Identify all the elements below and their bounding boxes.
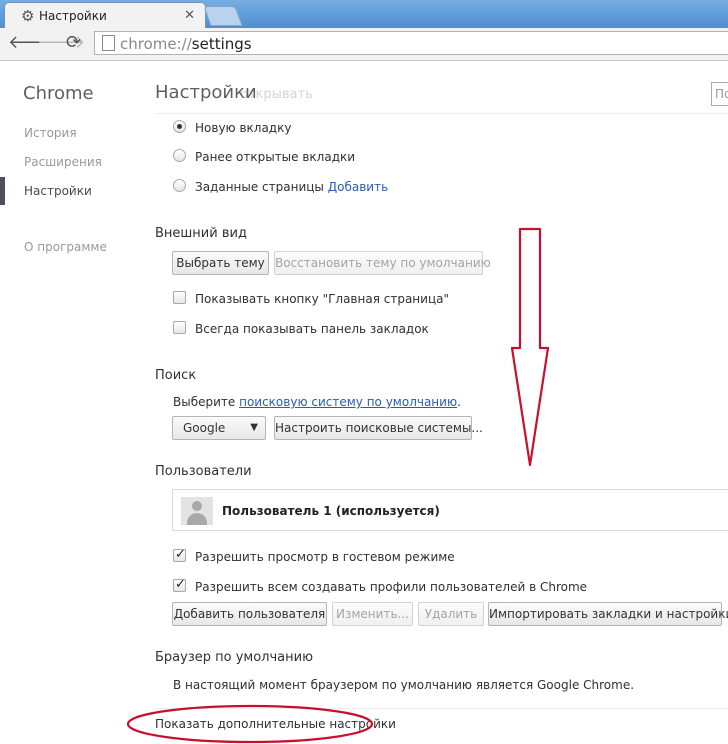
checkbox[interactable] xyxy=(173,547,186,562)
add-user-button[interactable]: Добавить пользователя xyxy=(172,602,327,626)
checkbox-label: Показывать кнопку "Главная страница" xyxy=(195,292,449,306)
profile-list: Пользователь 1 (используется) xyxy=(172,489,728,531)
manage-search-engines-button[interactable]: Настроить поисковые системы... xyxy=(274,416,483,440)
search-placeholder: По xyxy=(715,87,728,101)
users-section-title: Пользователи xyxy=(155,464,252,479)
radio-label-text: Заданные страницы xyxy=(195,180,324,194)
avatar-body xyxy=(187,513,207,525)
new-tab-button[interactable] xyxy=(203,6,243,26)
show-advanced-settings-link[interactable]: Показать дополнительные настройки xyxy=(155,717,396,731)
address-bar[interactable]: chrome://settings xyxy=(94,31,728,55)
reload-icon[interactable]: ⟳ xyxy=(66,32,81,53)
settings-search-input[interactable]: По xyxy=(711,82,728,106)
sidebar-item-about[interactable]: О программе xyxy=(24,240,107,254)
checkbox[interactable] xyxy=(173,577,186,592)
sidebar-brand: Chrome xyxy=(23,83,94,104)
default-browser-section-title: Браузер по умолчанию xyxy=(155,650,314,665)
profile-name[interactable]: Пользователь 1 (используется) xyxy=(222,504,440,518)
url-path: settings xyxy=(191,35,252,53)
edit-user-button[interactable]: Изменить... xyxy=(332,602,413,626)
search-engine-select[interactable]: Google ▼ xyxy=(172,416,266,440)
avatar-head xyxy=(192,501,202,511)
checkbox[interactable] xyxy=(173,291,186,304)
radio-button[interactable] xyxy=(173,149,186,162)
search-description: Выберите поисковую систему по умолчанию. xyxy=(173,395,461,409)
page-title: Настройки xyxy=(155,82,257,103)
radio-button[interactable] xyxy=(173,179,186,192)
checkbox-label: Разрешить просмотр в гостевом режиме xyxy=(195,550,455,564)
tab-title: Настройки xyxy=(39,9,107,23)
default-search-link[interactable]: поисковую систему по умолчанию xyxy=(239,395,457,409)
radio-label: Ранее открытые вкладки xyxy=(195,150,356,164)
sidebar-item-history[interactable]: История xyxy=(24,126,77,140)
close-icon[interactable]: ✕ xyxy=(184,8,195,23)
import-bookmarks-button[interactable]: Импортировать закладки и настройки xyxy=(488,602,728,626)
tab-settings[interactable]: ⚙ Настройки ✕ xyxy=(4,2,206,29)
sidebar-active-marker xyxy=(0,177,5,205)
search-text-before: Выберите xyxy=(173,395,240,409)
checkbox[interactable] xyxy=(173,321,186,334)
checkbox-label: Разрешить всем создавать профили пользов… xyxy=(195,580,588,594)
sidebar: Chrome История Расширения Настройки О пр… xyxy=(0,61,140,744)
choose-theme-button[interactable]: Выбрать тему xyxy=(172,251,269,275)
footer-divider xyxy=(155,708,728,709)
search-section-title: Поиск xyxy=(155,368,197,383)
toolbar: 🡐 🡒 ⟳ chrome://settings xyxy=(0,28,728,61)
default-browser-status: В настоящий момент браузером по умолчани… xyxy=(173,678,635,692)
header-divider xyxy=(155,113,728,114)
search-text-after: . xyxy=(457,395,461,409)
tab-strip: ⚙ Настройки ✕ xyxy=(0,0,728,29)
reset-theme-button[interactable]: Восстановить тему по умолчанию xyxy=(274,251,491,275)
appearance-section-title: Внешний вид xyxy=(155,226,247,241)
page-icon xyxy=(102,35,115,51)
checkbox-label: Всегда показывать панель закладок xyxy=(195,322,429,336)
sidebar-item-extensions[interactable]: Расширения xyxy=(24,155,102,169)
avatar xyxy=(181,497,213,525)
gear-icon: ⚙ xyxy=(21,7,35,25)
dropdown-arrow-icon: ▼ xyxy=(250,422,258,433)
radio-label: Заданные страницы Добавить xyxy=(195,180,388,194)
radio-button[interactable] xyxy=(173,120,186,133)
url-scheme: chrome:// xyxy=(120,35,192,53)
add-pages-link[interactable]: Добавить xyxy=(328,180,388,194)
delete-user-button[interactable]: Удалить xyxy=(418,602,484,626)
url-text: chrome://settings xyxy=(120,35,252,53)
sidebar-item-settings[interactable]: Настройки xyxy=(24,184,92,198)
search-engine-value: Google xyxy=(183,421,226,435)
radio-label: Новую вкладку xyxy=(195,121,292,135)
down-arrow-annotation xyxy=(510,227,550,467)
